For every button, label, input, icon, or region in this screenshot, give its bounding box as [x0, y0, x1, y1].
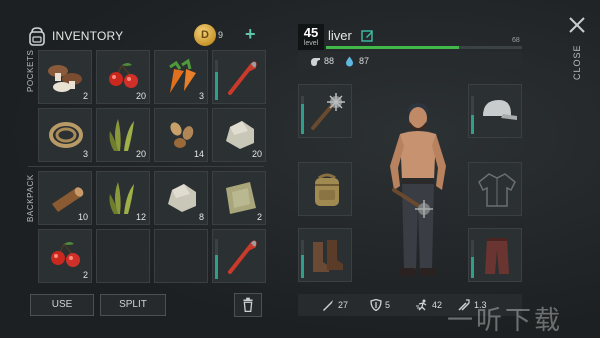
- crowbar-icon: [228, 240, 257, 274]
- xp-value: 68: [512, 37, 520, 44]
- pocket-slot-stone[interactable]: 20: [212, 108, 266, 162]
- backpack-slot-log[interactable]: 10: [38, 171, 92, 225]
- backpack-slot-crowbar[interactable]: [212, 229, 266, 283]
- pockets-grid: 2 20 3 3 20 14 20: [38, 50, 266, 162]
- item-count: 2: [82, 91, 88, 101]
- torso-slot[interactable]: [468, 162, 522, 216]
- coin-icon: D: [194, 24, 216, 46]
- split-button[interactable]: SPLIT: [100, 294, 166, 316]
- pants-icon: [485, 238, 509, 274]
- pocket-slot-berries[interactable]: 20: [96, 50, 150, 104]
- coin-count: 9: [218, 30, 224, 40]
- pockets-label: POCKETS: [26, 49, 35, 92]
- watermark: 一听下载: [447, 305, 564, 335]
- backpack-slot-empty[interactable]: [96, 229, 150, 283]
- pocket-slot-crowbar[interactable]: [212, 50, 266, 104]
- crowbar-icon: [228, 61, 257, 95]
- jacket-icon: [478, 173, 516, 207]
- hunger-value: 88: [324, 56, 335, 66]
- survival-stats: 88 87: [298, 52, 522, 70]
- carrots-icon: [169, 58, 196, 93]
- backpack-icon: [29, 27, 45, 46]
- item-count: 20: [135, 91, 146, 101]
- durability-bar: [301, 240, 304, 278]
- inventory-header: INVENTORY D 9 +: [28, 24, 268, 50]
- hunger-icon: [311, 58, 320, 66]
- pocket-slot-rope[interactable]: 3: [38, 108, 92, 162]
- level-number: 45: [303, 25, 319, 40]
- item-count: 2: [82, 270, 88, 280]
- pocket-slot-seeds[interactable]: 14: [154, 108, 208, 162]
- water-drop-icon: [346, 56, 353, 67]
- inventory-title: INVENTORY: [52, 29, 124, 43]
- backpack-slot-empty[interactable]: [154, 229, 208, 283]
- backpack-label: BACKPACK: [26, 174, 35, 222]
- boots-icon: [313, 240, 343, 272]
- backpack-grid: 10 12 8 2 2: [38, 171, 266, 283]
- level-badge: 45 level: [298, 24, 324, 50]
- cap-icon: [483, 100, 517, 120]
- durability-bar: [471, 96, 474, 134]
- add-coins-button[interactable]: +: [245, 24, 256, 44]
- item-count: 14: [193, 149, 204, 159]
- damage-sword-icon: [323, 300, 333, 311]
- close-icon[interactable]: [567, 15, 587, 35]
- backpack-slot-berries[interactable]: 2: [38, 229, 92, 283]
- head-slot[interactable]: [468, 84, 522, 138]
- pocket-slot-mushrooms[interactable]: 2: [38, 50, 92, 104]
- item-count: 10: [77, 212, 88, 222]
- durability-bar: [471, 240, 474, 278]
- xp-bar: [326, 46, 522, 49]
- backpack-slot-plant-fiber[interactable]: 12: [96, 171, 150, 225]
- item-count: 20: [251, 149, 262, 159]
- player-character: [390, 103, 446, 276]
- defense-value: 5: [385, 300, 391, 310]
- speed-value: 42: [432, 300, 443, 310]
- item-count: 3: [198, 91, 204, 101]
- trash-button[interactable]: [234, 293, 262, 317]
- rope-icon: [49, 122, 83, 148]
- xp-fill: [326, 46, 460, 49]
- spiked-club-icon: [311, 93, 345, 130]
- section-divider: [28, 166, 264, 167]
- item-count: 2: [256, 212, 262, 222]
- player-name: liver: [328, 28, 352, 43]
- backpack-icon: [315, 173, 339, 206]
- durability-bar: [301, 96, 304, 134]
- thirst-value: 87: [359, 56, 370, 66]
- berries-icon: [51, 242, 80, 267]
- pocket-slot-carrots[interactable]: 3: [154, 50, 208, 104]
- running-speed-icon: [416, 299, 427, 311]
- close-label[interactable]: CLOSE: [572, 44, 582, 80]
- shield-icon: [370, 299, 382, 311]
- stone-icon: [168, 184, 196, 212]
- item-count: 3: [82, 149, 88, 159]
- backpack-slot-cloth[interactable]: 2: [212, 171, 266, 225]
- inventory-screen: INVENTORY D 9 + POCKETS 2 20 3 3 20 14 2…: [0, 0, 600, 338]
- use-button[interactable]: USE: [30, 294, 94, 316]
- edit-name-icon[interactable]: [361, 29, 374, 42]
- pocket-slot-plant-fiber[interactable]: 20: [96, 108, 150, 162]
- legs-slot[interactable]: [468, 228, 522, 282]
- item-count: 20: [135, 149, 146, 159]
- trash-icon: [243, 297, 253, 313]
- backpack-equip-slot[interactable]: [298, 162, 352, 216]
- item-count: 12: [135, 212, 146, 222]
- backpack-slot-stone[interactable]: 8: [154, 171, 208, 225]
- cloth-icon: [226, 182, 256, 214]
- level-label: level: [303, 40, 319, 47]
- boots-slot[interactable]: [298, 228, 352, 282]
- item-count: 8: [198, 212, 204, 222]
- weapon-slot[interactable]: [298, 84, 352, 138]
- durability-bar: [215, 239, 218, 279]
- damage-value: 27: [338, 300, 349, 310]
- mushrooms-icon: [48, 65, 82, 92]
- durability-bar: [215, 60, 218, 100]
